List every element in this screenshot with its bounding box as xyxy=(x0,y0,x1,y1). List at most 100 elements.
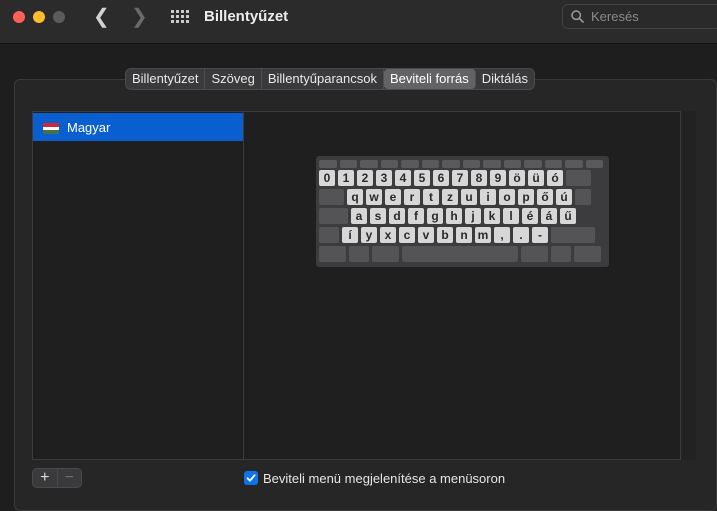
function-key xyxy=(360,160,378,168)
key: e xyxy=(385,189,401,205)
left-shift-key xyxy=(319,227,339,243)
function-key xyxy=(442,160,460,168)
key: k xyxy=(484,208,500,224)
key: ü xyxy=(528,170,544,186)
function-key xyxy=(319,160,337,168)
key: s xyxy=(370,208,386,224)
function-key xyxy=(565,160,583,168)
tab-beviteli-forras[interactable]: Beviteli forrás xyxy=(383,69,476,89)
function-key xyxy=(544,160,562,168)
key: c xyxy=(399,227,415,243)
show-all-grid-icon[interactable] xyxy=(171,10,189,24)
add-remove-control: + − xyxy=(32,468,82,488)
key: a xyxy=(351,208,367,224)
key: b xyxy=(437,227,453,243)
function-key xyxy=(585,160,603,168)
control-key xyxy=(349,246,369,262)
list-item-magyar[interactable]: Magyar xyxy=(33,113,243,141)
search-field[interactable] xyxy=(562,4,717,29)
show-input-menu-label[interactable]: Beviteli menü megjelenítése a menüsoron xyxy=(263,471,505,486)
key: 7 xyxy=(452,170,468,186)
key: g xyxy=(427,208,443,224)
arrow-keys xyxy=(574,246,601,262)
key: 5 xyxy=(414,170,430,186)
key: n xyxy=(456,227,472,243)
preview-scrollbar[interactable] xyxy=(680,111,696,460)
option-key xyxy=(372,246,399,262)
key: q xyxy=(347,189,363,205)
window-titlebar: ❮ ❯ Billentyűzet xyxy=(0,0,717,44)
backspace-key xyxy=(566,170,591,186)
tab-diktalas[interactable]: Diktálás xyxy=(476,69,534,89)
hungary-flag-icon xyxy=(43,123,59,134)
tab-bar: Billentyűzet Szöveg Billentyűparancsok B… xyxy=(125,68,535,90)
key: d xyxy=(389,208,405,224)
right-shift-key xyxy=(551,227,595,243)
key: r xyxy=(404,189,420,205)
remove-input-source-button[interactable]: − xyxy=(58,469,82,487)
key: . xyxy=(513,227,529,243)
function-key xyxy=(421,160,439,168)
add-input-source-button[interactable]: + xyxy=(33,469,58,487)
key: i xyxy=(480,189,496,205)
list-item-label: Magyar xyxy=(67,120,111,135)
space-bar-key xyxy=(402,246,518,262)
function-key xyxy=(503,160,521,168)
close-window-button[interactable] xyxy=(13,11,25,23)
key: á xyxy=(541,208,557,224)
key: 3 xyxy=(376,170,392,186)
key: w xyxy=(366,189,382,205)
function-key xyxy=(401,160,419,168)
input-source-list[interactable]: Magyar xyxy=(32,111,244,460)
show-input-menu-checkbox[interactable] xyxy=(244,471,258,485)
search-input[interactable] xyxy=(591,8,711,25)
key: - xyxy=(532,227,548,243)
key: l xyxy=(503,208,519,224)
checkmark-icon xyxy=(246,474,256,482)
key: ó xyxy=(547,170,563,186)
function-key xyxy=(339,160,357,168)
key: ö xyxy=(509,170,525,186)
window-title: Billentyűzet xyxy=(204,8,289,25)
function-key xyxy=(380,160,398,168)
key: p xyxy=(518,189,534,205)
forward-chevron-icon[interactable]: ❯ xyxy=(131,7,148,27)
key: f xyxy=(408,208,424,224)
function-key xyxy=(483,160,501,168)
key: 4 xyxy=(395,170,411,186)
key: 9 xyxy=(490,170,506,186)
function-key xyxy=(462,160,480,168)
option-key-right xyxy=(551,246,571,262)
key: , xyxy=(494,227,510,243)
key: t xyxy=(423,189,439,205)
key: j xyxy=(465,208,481,224)
key: ő xyxy=(537,189,553,205)
back-chevron-icon[interactable]: ❮ xyxy=(93,7,110,27)
key: 8 xyxy=(471,170,487,186)
key: m xyxy=(475,227,491,243)
tab-szoveg[interactable]: Szöveg xyxy=(205,69,262,89)
key: x xyxy=(380,227,396,243)
key: u xyxy=(461,189,477,205)
key: o xyxy=(499,189,515,205)
key: í xyxy=(342,227,358,243)
key: h xyxy=(446,208,462,224)
key: ű xyxy=(560,208,576,224)
fn-modifier-key xyxy=(319,246,346,262)
tab-key xyxy=(319,189,344,205)
zoom-window-button[interactable] xyxy=(53,11,65,23)
key: y xyxy=(361,227,377,243)
key: v xyxy=(418,227,434,243)
key: 0 xyxy=(319,170,335,186)
key: é xyxy=(522,208,538,224)
tab-billentyuzet[interactable]: Billentyűzet xyxy=(126,69,206,89)
key: 6 xyxy=(433,170,449,186)
key: 2 xyxy=(357,170,373,186)
tab-billentyuparancsok[interactable]: Billentyűparancsok xyxy=(262,69,384,89)
command-key xyxy=(521,246,548,262)
key: z xyxy=(442,189,458,205)
minimize-window-button[interactable] xyxy=(33,11,45,23)
caps-lock-key xyxy=(319,208,348,224)
search-icon xyxy=(571,10,584,23)
key: ú xyxy=(556,189,572,205)
